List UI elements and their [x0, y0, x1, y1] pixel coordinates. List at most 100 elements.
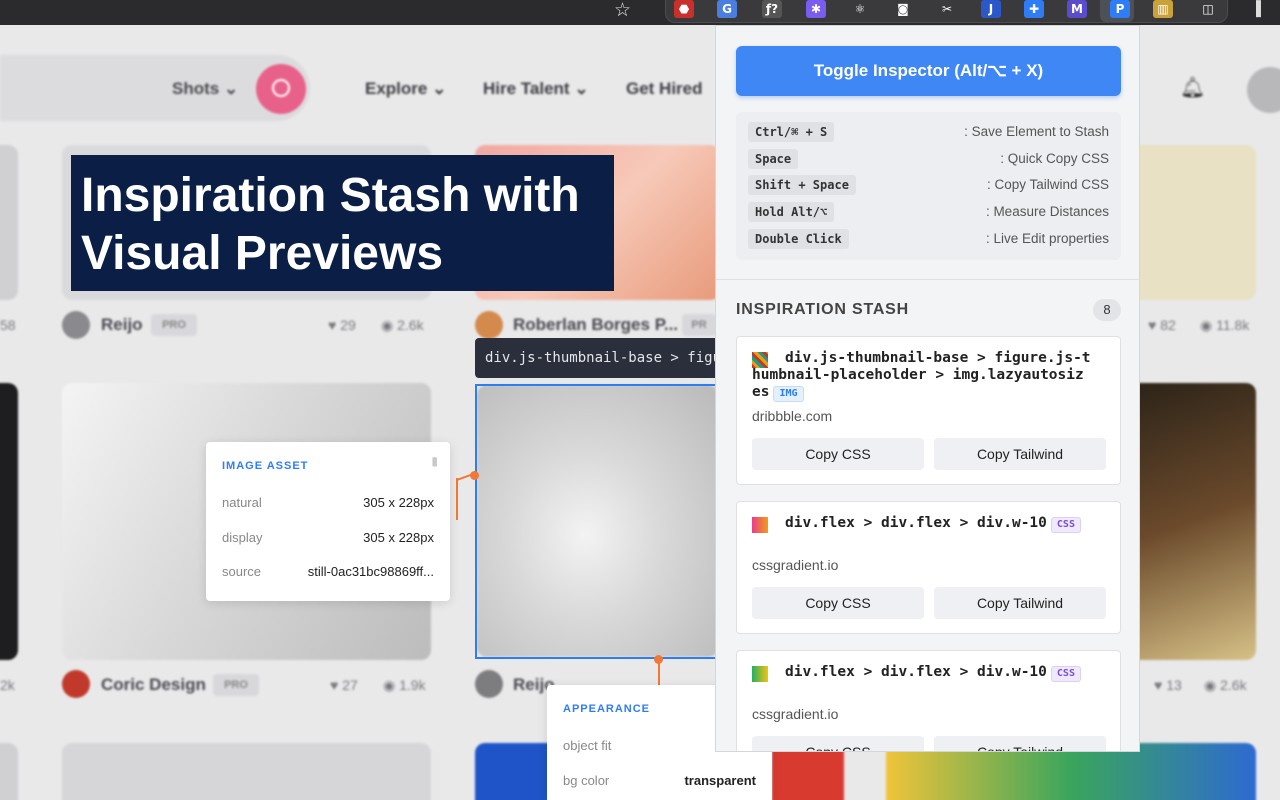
- designer-avatar[interactable]: [475, 311, 503, 339]
- pro-badge: PRO: [151, 314, 197, 336]
- camera-icon[interactable]: ◙: [893, 0, 913, 18]
- shortcut-description: : Quick Copy CSS: [1000, 151, 1109, 166]
- row-value: still-0ac31bc98869ff...: [307, 564, 434, 579]
- shortcut-key: Hold Alt/⌥: [748, 202, 835, 222]
- shot-views: ◉ 2.6k: [1204, 677, 1247, 693]
- banner-title-line-2: Visual Previews: [81, 227, 444, 280]
- connector-dot: [654, 655, 663, 664]
- shot-likes: ♥ 82: [1148, 317, 1176, 333]
- copy-css-button[interactable]: Copy CSS: [752, 587, 924, 619]
- puzzle-blue-icon[interactable]: ✚: [1024, 0, 1044, 18]
- shot-thumbnail[interactable]: [0, 145, 18, 300]
- connector-line: [456, 478, 458, 520]
- fonts-icon[interactable]: ƒ?: [762, 0, 782, 18]
- image-asset-row: display 305 x 228px: [222, 530, 434, 550]
- shortcut-description: : Save Element to Stash: [964, 124, 1109, 139]
- j-icon[interactable]: J: [981, 0, 1001, 18]
- shot-thumbnail[interactable]: [1120, 383, 1256, 660]
- extensions-puzzle-icon[interactable]: ◫: [1198, 0, 1218, 18]
- stash-selector: div.flex > div.flex > div.w-10 CSS: [752, 664, 1092, 682]
- snowflake-icon[interactable]: ✱: [806, 0, 826, 18]
- stash-selector: div.flex > div.flex > div.w-10 CSS: [752, 515, 1092, 533]
- image-asset-card: IMAGE ASSET ▮ natural 305 x 228px displa…: [206, 442, 450, 601]
- notifications-bell-icon[interactable]: 🔔︎: [1180, 75, 1205, 101]
- stash-domain[interactable]: cssgradient.io: [752, 557, 838, 573]
- cursor-icon[interactable]: ✂: [937, 0, 957, 18]
- appearance-heading: APPEARANCE: [563, 703, 651, 715]
- appearance-row: bg color transparent: [563, 773, 756, 793]
- shortcut-key: Space: [748, 149, 799, 169]
- shot-views: ◉ 1.9k: [383, 677, 426, 693]
- inspected-element-outline: [475, 384, 720, 659]
- shot-thumbnail[interactable]: [0, 383, 18, 660]
- selector-text: div.flex > div.flex > div.w-10: [785, 515, 1047, 531]
- shot-thumbnail[interactable]: [1120, 145, 1256, 300]
- row-value: 305 x 228px: [363, 495, 434, 510]
- m-icon[interactable]: M: [1067, 0, 1087, 18]
- designer-avatar[interactable]: [62, 670, 90, 698]
- stash-count-badge: 8: [1093, 299, 1121, 321]
- shortcut-key: Shift + Space: [748, 175, 856, 195]
- element-type-tag: IMG: [773, 386, 804, 402]
- stash-domain[interactable]: cssgradient.io: [752, 706, 838, 722]
- designer-avatar[interactable]: [475, 670, 503, 698]
- row-key: object fit: [563, 738, 612, 753]
- copy-tailwind-button[interactable]: Copy Tailwind: [934, 736, 1106, 751]
- designer-avatar[interactable]: [62, 311, 90, 339]
- copy-css-button[interactable]: Copy CSS: [752, 438, 924, 470]
- shot-views: ◉ 11.8k: [1200, 317, 1250, 333]
- stash-domain[interactable]: dribbble.com: [752, 408, 832, 424]
- shot-thumbnail[interactable]: [62, 743, 431, 800]
- shortcut-description: : Copy Tailwind CSS: [986, 177, 1109, 192]
- designer-name[interactable]: Coric Design: [101, 675, 206, 695]
- stash-title: INSPIRATION STASH: [736, 301, 910, 318]
- bookmark-star-icon[interactable]: ☆: [614, 0, 634, 22]
- copy-css-button[interactable]: Copy CSS: [752, 736, 924, 751]
- section-divider: [716, 279, 1139, 280]
- nav-get-hired[interactable]: Get Hired: [626, 79, 703, 99]
- shot-thumbnail[interactable]: [0, 743, 18, 800]
- designer-name[interactable]: Roberlan Borges P...: [513, 315, 678, 335]
- shortcut-key: Double Click: [748, 229, 849, 249]
- copy-tailwind-button[interactable]: Copy Tailwind: [934, 438, 1106, 470]
- stash-item[interactable]: div.flex > div.flex > div.w-10 CSS cssgra…: [736, 650, 1121, 751]
- stash-selector: div.js-thumbnail-base > figure.js-thumbn…: [752, 350, 1092, 402]
- p-icon[interactable]: P: [1110, 0, 1130, 18]
- shot-likes: ♥ 13: [1154, 677, 1182, 693]
- image-asset-heading: IMAGE ASSET: [222, 460, 309, 472]
- user-avatar[interactable]: [1247, 67, 1280, 113]
- copy-tailwind-button[interactable]: Copy Tailwind: [934, 587, 1106, 619]
- row-key: bg color: [563, 773, 610, 788]
- shortcut-description: : Measure Distances: [985, 204, 1109, 219]
- stash-item[interactable]: div.flex > div.flex > div.w-10 CSS cssgra…: [736, 501, 1121, 634]
- row-key: source: [222, 564, 262, 579]
- banner-title-line-1: Inspiration Stash with: [81, 169, 580, 222]
- nav-shots-dropdown[interactable]: Shots ⌄: [172, 79, 238, 99]
- extension-popup: Toggle Inspector (Alt/⌥ + X) Ctrl/⌘ + S …: [715, 25, 1140, 752]
- ublock-icon[interactable]: ⬣: [674, 0, 694, 18]
- toggle-inspector-button[interactable]: Toggle Inspector (Alt/⌥ + X): [736, 46, 1121, 96]
- shot-likes: ♥ 29: [328, 317, 356, 333]
- row-key: natural: [222, 495, 262, 510]
- nav-explore[interactable]: Explore ⌄: [365, 79, 446, 99]
- nav-hire-talent[interactable]: Hire Talent ⌄: [483, 79, 589, 99]
- search-icon[interactable]: [256, 64, 306, 114]
- palette-icon[interactable]: ▥: [1153, 0, 1173, 18]
- shot-views: ◉ 2.6k: [381, 317, 424, 333]
- shortcut-description: : Live Edit properties: [985, 231, 1109, 246]
- shot-likes: ♥ 27: [330, 677, 358, 693]
- image-asset-row: source still-0ac31bc98869ff...: [222, 564, 434, 584]
- title-banner: Inspiration Stash with Visual Previews: [71, 155, 614, 291]
- row-value: transparent: [684, 773, 756, 788]
- shortcut-row: Ctrl/⌘ + S : Save Element to Stash: [748, 122, 1109, 144]
- react-icon[interactable]: ⚛: [850, 0, 870, 18]
- translate-icon[interactable]: G: [717, 0, 737, 18]
- row-key: display: [222, 530, 263, 545]
- element-type-tag: CSS: [1050, 666, 1081, 682]
- connector-dot: [470, 471, 479, 480]
- pin-icon[interactable]: ▮: [431, 454, 438, 468]
- browser-menu-icon[interactable]: ▌: [1256, 0, 1280, 18]
- stash-item[interactable]: div.js-thumbnail-base > figure.js-thumbn…: [736, 336, 1121, 485]
- designer-name[interactable]: Reijo: [101, 315, 143, 335]
- pro-badge: PRO: [213, 674, 259, 696]
